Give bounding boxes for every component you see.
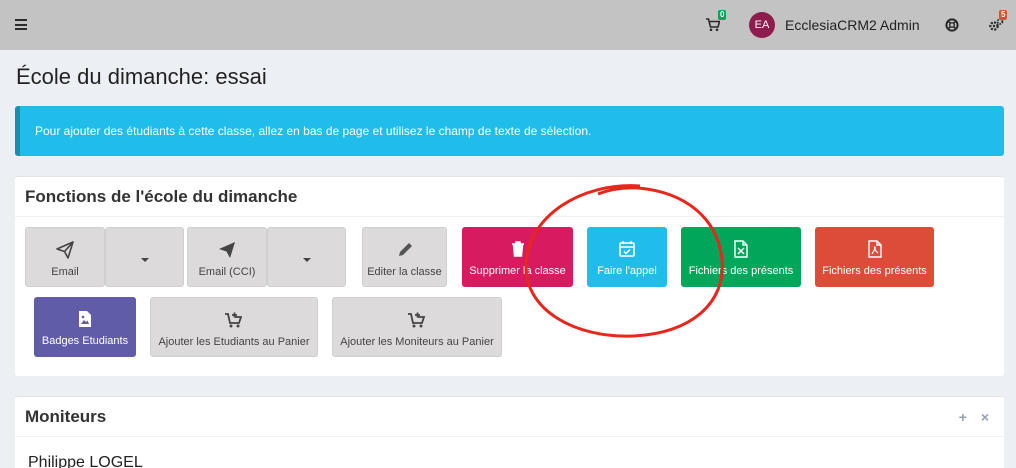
expand-icon[interactable]: + — [959, 409, 967, 425]
page-title: École du dimanche: essai — [16, 64, 267, 89]
email-button[interactable]: Email — [25, 227, 105, 287]
attendance-pdf-button-label: Fichiers des présents — [822, 265, 927, 277]
functions-box-title: Fonctions de l'école du dimanche — [25, 187, 298, 206]
teachers-box-header: Moniteurs + × — [15, 397, 1004, 437]
paper-plane-icon — [219, 242, 235, 258]
edit-class-button[interactable]: Editer la classe — [362, 227, 447, 287]
file-pdf-icon — [867, 240, 882, 258]
cart-count-badge: 0 — [718, 10, 727, 20]
chevron-down-icon — [302, 258, 311, 262]
add-students-cart-button-label: Ajouter les Etudiants au Panier — [158, 336, 310, 348]
cart-plus-icon — [225, 312, 243, 328]
avatar[interactable]: EA — [749, 12, 775, 38]
email-button-label: Email — [51, 266, 79, 278]
box-tools: + × — [949, 409, 989, 425]
edit-class-button-label: Editer la classe — [367, 266, 442, 278]
student-badges-button-label: Badges Etudiants — [41, 335, 129, 347]
cart-icon[interactable] — [706, 18, 720, 32]
attendance-pdf-button[interactable]: Fichiers des présents — [815, 227, 934, 287]
settings-badge: 5 — [999, 10, 1008, 20]
chevron-down-icon — [140, 258, 149, 262]
close-icon[interactable]: × — [981, 409, 989, 425]
paper-plane-icon — [56, 241, 74, 259]
pencil-icon — [398, 243, 412, 256]
cart-plus-icon — [408, 312, 426, 328]
info-callout: Pour ajouter des étudiants à cette class… — [15, 106, 1004, 156]
file-excel-icon — [734, 240, 748, 258]
student-badges-button[interactable]: Badges Etudiants — [34, 297, 136, 357]
email-bcc-button[interactable]: Email (CCI) — [187, 227, 267, 287]
add-students-cart-button[interactable]: Ajouter les Etudiants au Panier — [150, 297, 318, 357]
add-teachers-cart-button-label: Ajouter les Moniteurs au Panier — [340, 336, 494, 348]
teacher-name[interactable]: Philippe LOGEL — [28, 454, 143, 468]
teachers-box-title: Moniteurs — [25, 407, 107, 426]
top-navbar: 0 EA EcclesiaCRM2 Admin 5 — [0, 0, 1016, 50]
teachers-box: Moniteurs + × — [15, 396, 1004, 468]
email-bcc-button-label: Email (CCI) — [198, 266, 256, 278]
add-teachers-cart-button[interactable]: Ajouter les Moniteurs au Panier — [332, 297, 502, 357]
annotation-circle — [524, 184, 724, 338]
email-dropdown-toggle[interactable] — [105, 227, 184, 287]
user-menu-name[interactable]: EcclesiaCRM2 Admin — [785, 17, 920, 33]
lifebuoy-icon[interactable] — [945, 18, 959, 32]
image-icon — [79, 311, 91, 327]
menu-icon[interactable] — [15, 19, 27, 30]
functions-box: Fonctions de l'école du dimanche Email E… — [15, 176, 1004, 376]
functions-box-header: Fonctions de l'école du dimanche — [15, 177, 1004, 217]
info-callout-text: Pour ajouter des étudiants à cette class… — [35, 124, 592, 138]
email-bcc-dropdown-toggle[interactable] — [267, 227, 346, 287]
